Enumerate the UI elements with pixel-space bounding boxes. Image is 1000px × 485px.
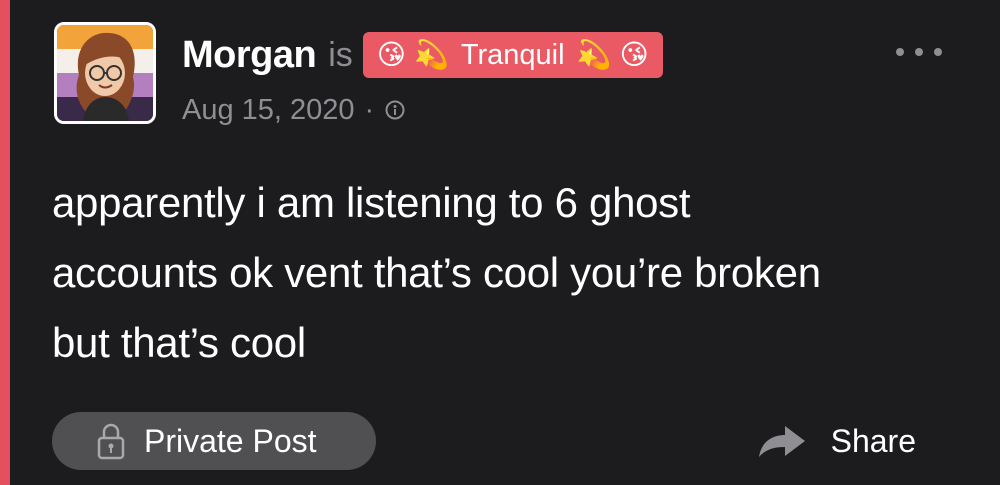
info-circle-icon[interactable] (384, 99, 406, 121)
avatar-image (57, 25, 153, 121)
more-dot-icon (934, 48, 942, 56)
more-options-button[interactable] (896, 40, 942, 64)
meta-separator: · (364, 93, 375, 126)
post-meta: Aug 15, 2020 · (182, 92, 406, 128)
more-dot-icon (915, 48, 923, 56)
post-accent-bar (0, 0, 10, 485)
avatar[interactable] (54, 22, 156, 124)
mood-label: Tranquil (460, 38, 565, 71)
post-card: Morgan is 😘 💫 Tranquil 💫 😘 Aug 15, 2020 … (10, 0, 1000, 485)
dizzy-emoji-icon: 💫 (576, 39, 612, 70)
share-arrow-icon (758, 426, 805, 457)
lock-icon (97, 423, 125, 460)
post-date: Aug 15, 2020 (182, 93, 355, 126)
kiss-emoji-icon: 😘 (376, 39, 406, 70)
private-post-label: Private Post (144, 422, 317, 459)
dizzy-emoji-icon: 💫 (413, 39, 449, 70)
share-label: Share (830, 422, 916, 459)
post-header: Morgan is 😘 💫 Tranquil 💫 😘 (182, 30, 663, 80)
author-name[interactable]: Morgan (182, 34, 317, 77)
is-label: is (328, 35, 353, 74)
more-dot-icon (896, 48, 904, 56)
kiss-emoji-icon: 😘 (619, 39, 649, 70)
mood-badge[interactable]: 😘 💫 Tranquil 💫 😘 (362, 32, 663, 78)
private-post-pill[interactable]: Private Post (52, 412, 376, 470)
share-button[interactable]: Share (755, 418, 916, 464)
post-body-text: apparently i am listening to 6 ghost acc… (52, 179, 821, 366)
